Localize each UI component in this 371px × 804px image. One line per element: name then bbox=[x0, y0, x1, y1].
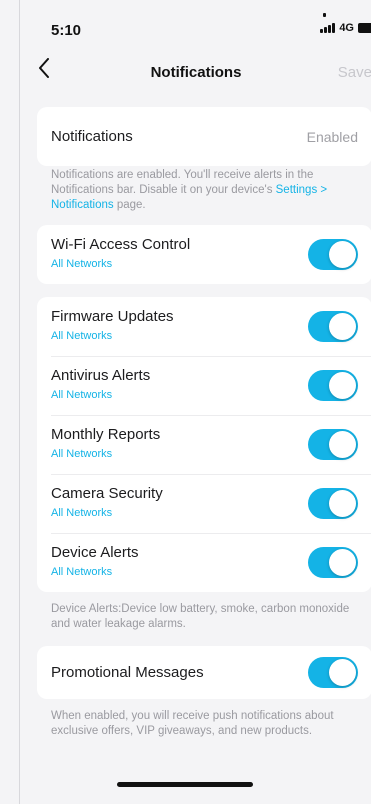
alert-scope[interactable]: All Networks bbox=[51, 330, 112, 342]
monthly-reports-toggle[interactable] bbox=[308, 429, 358, 460]
alert-scope[interactable]: All Networks bbox=[51, 566, 112, 578]
signal-icon bbox=[320, 13, 336, 33]
alert-title: Monthly Reports bbox=[51, 426, 161, 443]
promotional-messages-toggle[interactable] bbox=[308, 657, 358, 688]
notifications-status: Enabled bbox=[306, 128, 358, 145]
alert-title: Antivirus Alerts bbox=[51, 367, 151, 384]
status-bar: 5:10 4G bbox=[20, 0, 371, 52]
alert-row-firmware: Firmware Updates All Networks bbox=[37, 297, 371, 356]
alert-row-monthly-reports: Monthly Reports All Networks bbox=[37, 415, 371, 474]
network-type: 4G bbox=[339, 22, 354, 34]
wifi-access-title: Wi-Fi Access Control bbox=[51, 236, 191, 253]
promotional-row: Promotional Messages bbox=[37, 646, 371, 699]
promotional-card: Promotional Messages bbox=[37, 646, 371, 699]
alert-scope[interactable]: All Networks bbox=[51, 507, 112, 519]
alert-scope[interactable]: All Networks bbox=[51, 448, 112, 460]
device-alerts-toggle[interactable] bbox=[308, 547, 358, 578]
wifi-access-card: Wi-Fi Access Control All Networks bbox=[37, 225, 371, 284]
screen: 5:10 4G Notifications Save Notifications… bbox=[19, 0, 371, 804]
wifi-access-toggle[interactable] bbox=[308, 239, 358, 270]
notifications-card: Notifications Enabled bbox=[37, 107, 371, 166]
alert-title: Camera Security bbox=[51, 485, 163, 502]
promotional-title: Promotional Messages bbox=[51, 664, 204, 681]
page-title: Notifications bbox=[150, 64, 242, 81]
alert-scope[interactable]: All Networks bbox=[51, 389, 112, 401]
alert-row-camera-security: Camera Security All Networks bbox=[37, 474, 371, 533]
alert-row-antivirus: Antivirus Alerts All Networks bbox=[37, 356, 371, 415]
alerts-card: Firmware Updates All Networks Antivirus … bbox=[37, 297, 371, 592]
alert-title: Device Alerts bbox=[51, 544, 139, 561]
wifi-access-row: Wi-Fi Access Control All Networks bbox=[37, 225, 371, 284]
status-indicators: 4G bbox=[320, 13, 371, 34]
alert-title: Firmware Updates bbox=[51, 308, 174, 325]
save-button[interactable]: Save bbox=[338, 64, 371, 81]
device-alerts-note: Device Alerts:Device low battery, smoke,… bbox=[51, 603, 350, 630]
battery-icon bbox=[358, 23, 371, 33]
nav-bar: Notifications Save bbox=[20, 52, 371, 92]
promotional-note: When enabled, you will receive push noti… bbox=[51, 710, 334, 737]
wifi-access-scope[interactable]: All Networks bbox=[51, 258, 112, 270]
notifications-label: Notifications bbox=[51, 128, 133, 145]
home-indicator bbox=[117, 782, 253, 787]
alert-row-device-alerts: Device Alerts All Networks bbox=[37, 533, 371, 592]
notifications-note: Notifications are enabled. You'll receiv… bbox=[51, 169, 328, 211]
status-time: 5:10 bbox=[51, 22, 82, 39]
antivirus-alerts-toggle[interactable] bbox=[308, 370, 358, 401]
notifications-row[interactable]: Notifications Enabled bbox=[37, 107, 371, 166]
firmware-updates-toggle[interactable] bbox=[308, 311, 358, 342]
camera-security-toggle[interactable] bbox=[308, 488, 358, 519]
